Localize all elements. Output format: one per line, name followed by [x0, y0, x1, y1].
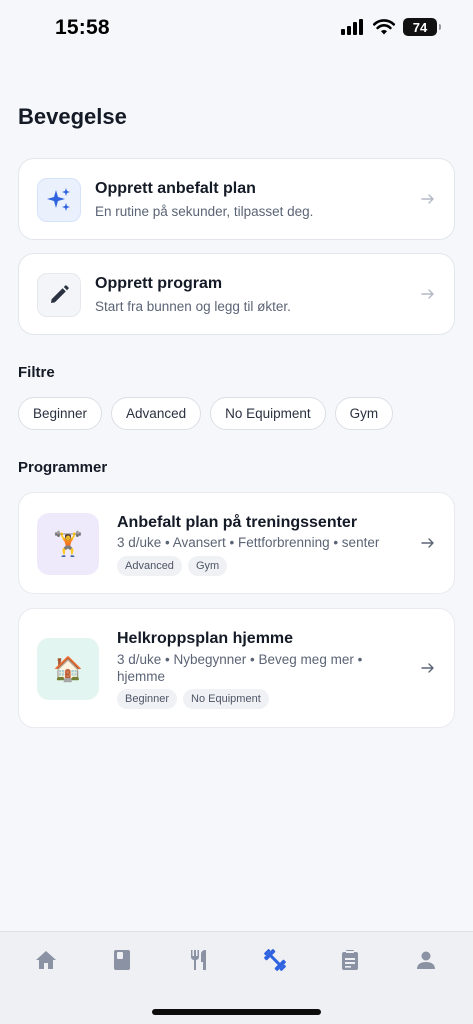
person-icon [417, 951, 435, 969]
filter-chip-beginner[interactable]: Beginner [18, 397, 103, 430]
arrow-right-icon [421, 289, 434, 299]
filter-chip-advanced[interactable]: Advanced [111, 397, 202, 430]
book-icon [114, 950, 130, 970]
program-title: Helkroppsplan hjemme [117, 630, 294, 647]
signal-icon [341, 19, 363, 35]
home-indicator[interactable] [152, 1009, 321, 1015]
dumbbell-icon [264, 949, 286, 971]
program-tags: Beginner No Equipment [117, 689, 269, 709]
nav-profile[interactable] [413, 947, 439, 973]
arrow-right-icon [421, 194, 434, 204]
pencil-icon [37, 273, 81, 317]
program-card[interactable]: 🏋️ Anbefalt plan på treningssenter 3 d/u… [18, 492, 455, 594]
nav-nutrition[interactable] [186, 947, 212, 973]
nav-library[interactable] [109, 947, 135, 973]
nav-training[interactable] [262, 947, 288, 973]
battery-indicator: 74 [403, 18, 441, 36]
nav-home[interactable] [33, 947, 59, 973]
sparkles-icon [37, 178, 81, 222]
weightlifter-icon: 🏋️ [53, 530, 83, 558]
battery-level: 74 [412, 19, 428, 35]
wifi-icon [373, 19, 395, 35]
program-thumbnail: 🏋️ [37, 513, 99, 575]
program-tag: Advanced [117, 556, 182, 576]
create-program-card[interactable]: Opprett program Start fra bunnen og legg… [18, 253, 455, 335]
status-bar: 15:58 74 [0, 0, 473, 56]
program-thumbnail: 🏠 [37, 638, 99, 700]
arrow-right-icon [421, 663, 434, 673]
screen: 15:58 74 Bevegelse Opprett anbefalt plan… [0, 0, 473, 1024]
arrow-right-icon [421, 538, 434, 548]
action-subtitle: Start fra bunnen og legg til økter. [95, 299, 291, 314]
program-meta: 3 d/uke • Nybegynner • Beveg meg mer • h… [117, 652, 363, 684]
filter-chip-gym[interactable]: Gym [334, 397, 394, 430]
action-title: Opprett anbefalt plan [95, 180, 256, 197]
house-icon: 🏠 [53, 655, 83, 683]
program-tags: Advanced Gym [117, 556, 228, 576]
program-tag: Beginner [117, 689, 178, 709]
fork-knife-icon [191, 950, 206, 970]
home-icon [36, 951, 56, 969]
program-card[interactable]: 🏠 Helkroppsplan hjemme 3 d/uke • Nybegyn… [18, 608, 455, 728]
filter-chip-no-equipment[interactable]: No Equipment [210, 397, 326, 430]
status-icons: 74 [341, 18, 441, 36]
program-tag: No Equipment [183, 689, 269, 709]
program-meta: 3 d/uke • Avansert • Fettforbrenning • s… [117, 535, 380, 550]
filter-chips: Beginner Advanced No Equipment Gym [18, 397, 394, 430]
action-subtitle: En rutine på sekunder, tilpasset deg. [95, 204, 314, 219]
program-tag: Gym [187, 556, 228, 576]
filters-heading: Filtre [18, 364, 55, 381]
programs-heading: Programmer [18, 459, 108, 476]
page-title: Bevegelse [18, 104, 127, 129]
nav-plans[interactable] [337, 947, 363, 973]
action-title: Opprett program [95, 275, 223, 292]
clipboard-icon [342, 950, 358, 970]
status-time: 15:58 [55, 16, 110, 39]
create-recommended-plan-card[interactable]: Opprett anbefalt plan En rutine på sekun… [18, 158, 455, 240]
program-title: Anbefalt plan på treningssenter [117, 514, 358, 531]
